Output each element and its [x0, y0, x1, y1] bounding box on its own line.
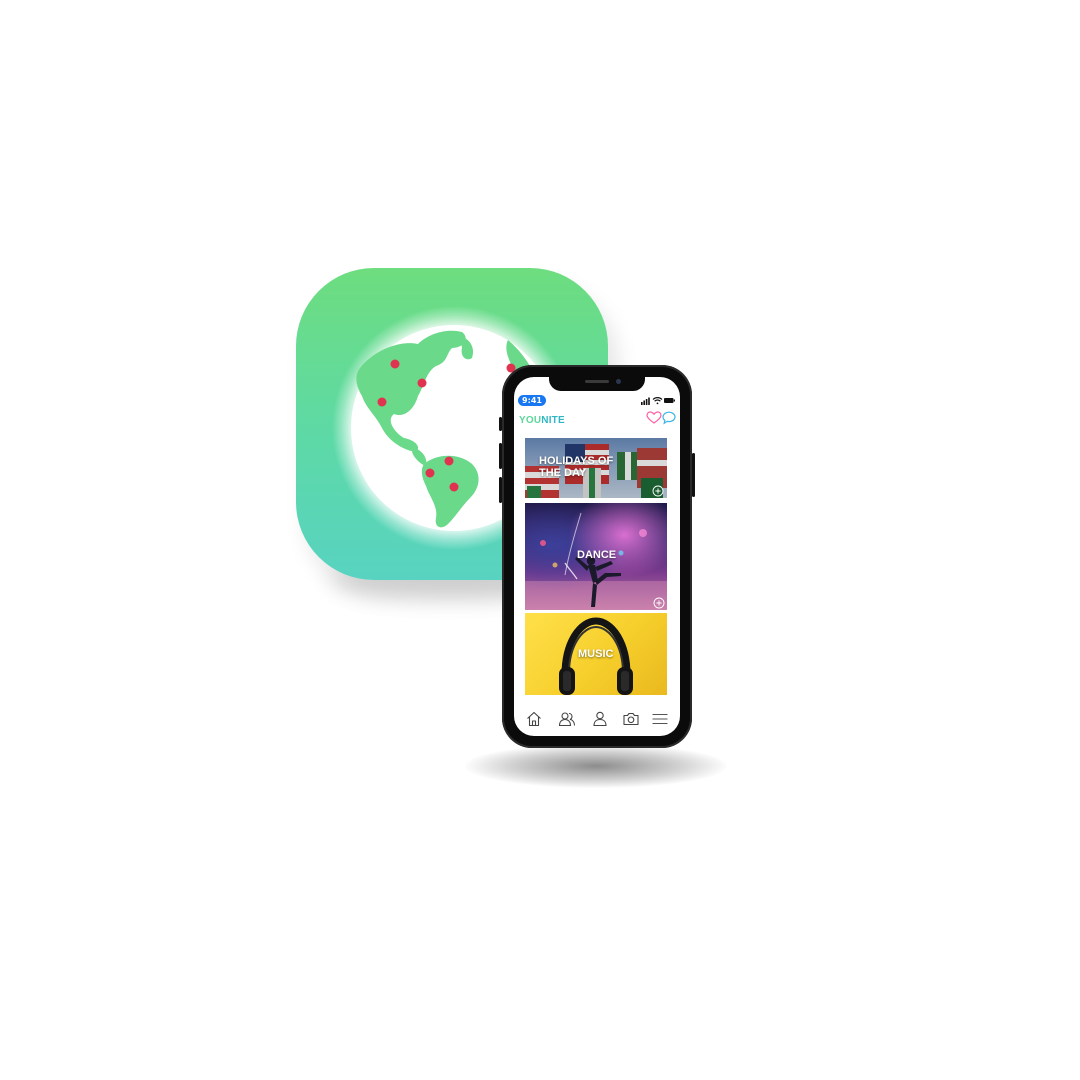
phone-shadow [465, 744, 727, 788]
add-holidays-icon[interactable] [652, 485, 664, 497]
brand-text-you: YOU [519, 415, 542, 426]
card-music[interactable]: MUSIC [525, 613, 667, 695]
card-holidays-of-the-day[interactable]: HOLIDAYS OF THE DAY [525, 438, 667, 498]
tab-menu[interactable] [651, 710, 669, 728]
tab-profile[interactable] [591, 710, 609, 728]
volume-up-button [499, 443, 502, 469]
camera-icon [623, 712, 639, 726]
home-icon [527, 711, 541, 727]
notch [549, 377, 645, 391]
bottom-tab-bar [514, 707, 680, 731]
tab-home[interactable] [525, 710, 543, 728]
wifi-icon [652, 397, 663, 405]
add-dance-icon[interactable] [653, 597, 665, 609]
menu-icon [652, 713, 668, 725]
brand-text-nite: NITE [541, 415, 565, 426]
friends-icon [558, 712, 576, 727]
card-label-music: MUSIC [578, 648, 614, 660]
mute-switch [499, 417, 502, 431]
phone-mockup: 9:41 YOUNITE HOLIDAYS OF THE DAY DANCE M… [499, 365, 695, 748]
signal-icon [641, 397, 650, 405]
status-time: 9:41 [518, 395, 546, 406]
speaker [585, 380, 609, 383]
phone-screen: 9:41 YOUNITE HOLIDAYS OF THE DAY DANCE M… [514, 377, 680, 736]
power-button [692, 453, 695, 497]
heart-icon[interactable] [646, 411, 662, 424]
status-icons [641, 397, 675, 405]
card-label-dance: DANCE [577, 549, 617, 561]
front-camera [616, 379, 621, 384]
card-label-holidays: HOLIDAYS OF THE DAY [539, 455, 614, 479]
profile-icon [593, 711, 607, 727]
chat-icon[interactable] [662, 411, 676, 425]
card-dance[interactable]: DANCE [525, 503, 667, 610]
tab-camera[interactable] [622, 710, 640, 728]
tab-friends[interactable] [558, 710, 576, 728]
battery-icon [664, 398, 675, 403]
top-actions [646, 411, 676, 425]
volume-down-button [499, 477, 502, 503]
app-brand-logo: YOUNITE [519, 415, 565, 426]
